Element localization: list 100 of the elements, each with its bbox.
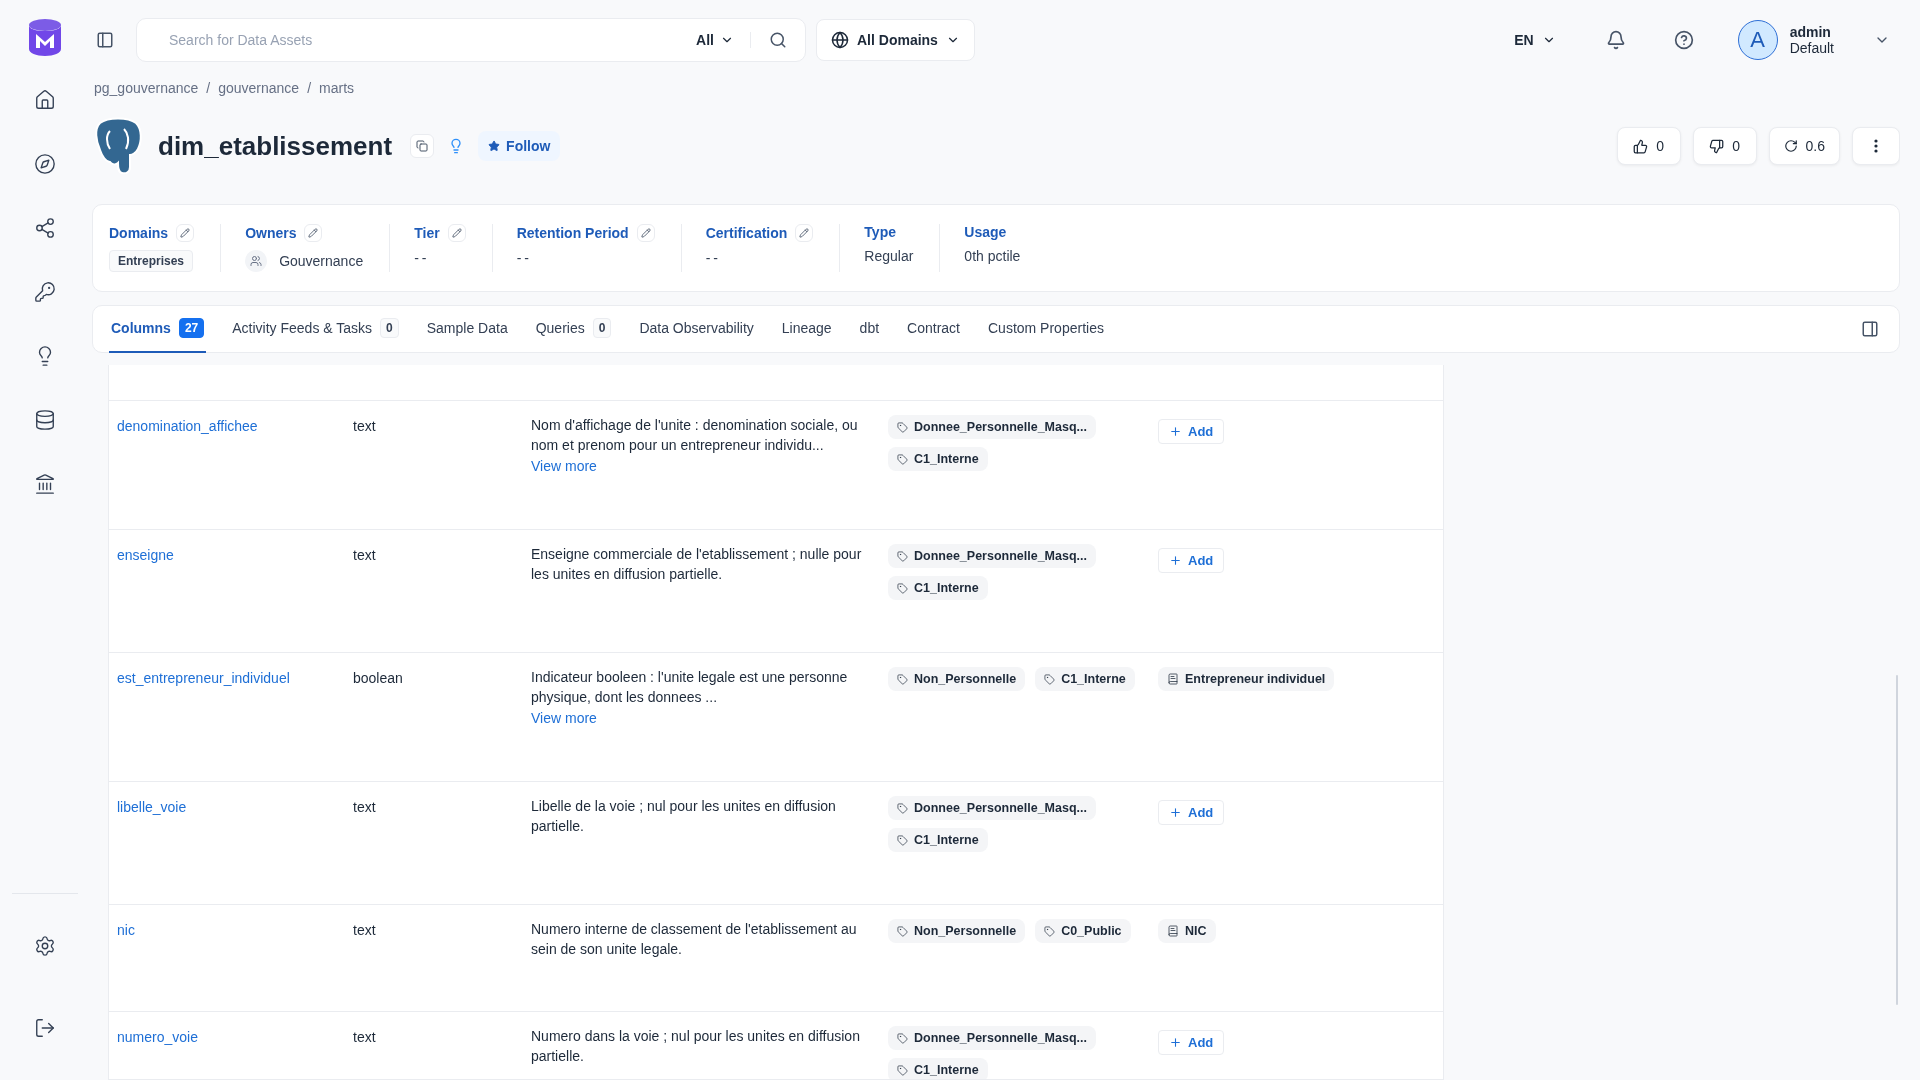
scrollbar-thumb[interactable] [1896,675,1898,1005]
column-description: Libelle de la voie ; nul pour les unites en diffusion partielle. [531,797,837,836]
property-label: Certification [705,225,788,241]
edit-icon[interactable] [304,224,323,242]
edit-icon[interactable] [176,224,195,242]
column-name-link[interactable]: nic [117,919,297,941]
tag-chip[interactable]: C1_Interne [888,1058,988,1079]
tag-chip[interactable]: Non_Personnelle [888,667,1026,691]
property-label: Tier [414,225,440,241]
plus-icon [1169,554,1182,567]
column-name-link[interactable]: libelle_voie [117,796,297,818]
column-type: text [353,921,377,940]
tag-icon [897,1064,908,1076]
column-type: boolean [353,669,404,688]
add-button[interactable]: Add [1158,419,1225,444]
plus-icon [1169,425,1182,438]
tab[interactable]: Lineage [779,305,834,353]
tag-icon [897,925,908,937]
app-logo [27,18,63,56]
follow-button[interactable]: Follow [478,131,561,161]
property-value: -- [705,250,722,266]
users-icon [245,250,268,272]
tag-chip[interactable]: C1_Interne [888,447,988,471]
tag-chip[interactable]: C0_Public [1035,919,1131,943]
plus-icon [1169,1036,1182,1049]
add-button[interactable]: Add [1158,1030,1225,1055]
breadcrumb-link[interactable]: gouvernance [218,80,300,96]
add-button[interactable]: Add [1158,548,1225,573]
asset-title: dim_etablissement [158,130,393,162]
property-value: 0th pctile [964,248,1021,264]
edit-icon[interactable] [636,224,655,242]
tab[interactable]: dbt [857,305,882,353]
tag-icon [897,673,908,685]
version-icon [1783,139,1798,153]
property-label: Domains [109,225,169,241]
breadcrumb-separator: / [206,80,211,96]
thumbs-down-icon [1709,138,1725,154]
tag-chip[interactable]: Donnee_Personnelle_Masq... [888,415,1096,439]
domain-chip[interactable]: Entreprises [109,250,194,272]
breadcrumb-link[interactable]: pg_gouvernance [94,80,199,96]
glossary-term-chip[interactable]: Entrepreneur individuel [1158,667,1335,691]
property-value: Regular [864,248,914,264]
tag-chip[interactable]: Donnee_Personnelle_Masq... [888,796,1096,820]
view-more-link[interactable]: View more [531,455,597,477]
edit-icon[interactable] [795,224,814,242]
tag-chip[interactable]: Donnee_Personnelle_Masq... [888,544,1096,568]
upvote-button[interactable]: 0 [1616,127,1681,165]
owner-name[interactable]: Gouvernance [279,253,364,269]
property-label: Retention Period [516,225,629,241]
domain-dropdown[interactable]: All Domains [816,19,975,61]
tag-chip[interactable]: C1_Interne [888,576,988,600]
tag-icon [1044,673,1056,685]
tab[interactable]: Custom Properties [986,305,1106,353]
tag-icon [897,802,908,814]
column-name-link[interactable]: numero_voie [117,1026,297,1048]
column-name-link[interactable]: est_entrepreneur_individuel [117,667,297,689]
tab[interactable]: Queries 0 [533,305,614,353]
tag-icon [897,453,908,465]
tag-icon [1044,925,1056,937]
view-more-link[interactable]: View more [531,707,597,729]
tag-icon [897,1032,908,1044]
property-label: Type [864,224,896,240]
version-button[interactable]: 0.6 [1768,127,1840,165]
tab[interactable]: Contract [905,305,962,353]
column-description: Numero interne de classement de l'etablissement au sein de son unite legale. [531,920,858,959]
globe-icon [831,31,849,49]
search-filter-dropdown[interactable]: All [680,32,751,48]
column-description: Nom d'affichage de l'unite : denomination sociale, ou nom et prenom pour un entrepreneur individu... [531,416,859,455]
tab[interactable]: Sample Data [424,305,510,353]
column-type: text [353,417,377,436]
language-dropdown[interactable]: EN [1508,31,1562,49]
tab[interactable]: Columns 27 [109,305,207,353]
breadcrumb-link[interactable]: marts [319,80,355,96]
property-value: -- [414,250,431,266]
tag-chip[interactable]: C1_Interne [1035,667,1135,691]
edit-icon[interactable] [447,224,466,242]
add-button[interactable]: Add [1158,800,1225,825]
downvote-button[interactable]: 0 [1692,127,1757,165]
tag-chip[interactable]: Donnee_Personnelle_Masq... [888,1026,1096,1050]
tag-icon [897,421,908,433]
tab[interactable]: Data Observability [637,305,756,353]
search-input[interactable]: Search for Data Assets [167,31,681,49]
property-value: -- [516,250,533,266]
tag-icon [897,834,908,846]
search-field[interactable]: Search for Data Assets All [136,18,806,62]
user-name: admin [1789,24,1832,40]
column-name-link[interactable]: enseigne [117,544,297,566]
tab[interactable]: Activity Feeds & Tasks 0 [230,305,401,353]
tag-chip[interactable]: C1_Interne [888,828,988,852]
book-icon [1167,925,1179,937]
tag-icon [897,550,908,562]
book-icon [1167,673,1179,685]
plus-icon [1169,806,1182,819]
user-avatar[interactable]: A [1737,20,1778,60]
property-label: Owners [245,225,297,241]
thumbs-up-icon [1633,138,1649,154]
glossary-term-chip[interactable]: NIC [1158,919,1216,943]
tag-chip[interactable]: Non_Personnelle [888,919,1026,943]
column-name-link[interactable]: denomination_affichee [117,415,297,437]
column-description: Enseigne commerciale de l'etablissement ; nulle pour les unites en diffusion partielle. [531,545,863,584]
